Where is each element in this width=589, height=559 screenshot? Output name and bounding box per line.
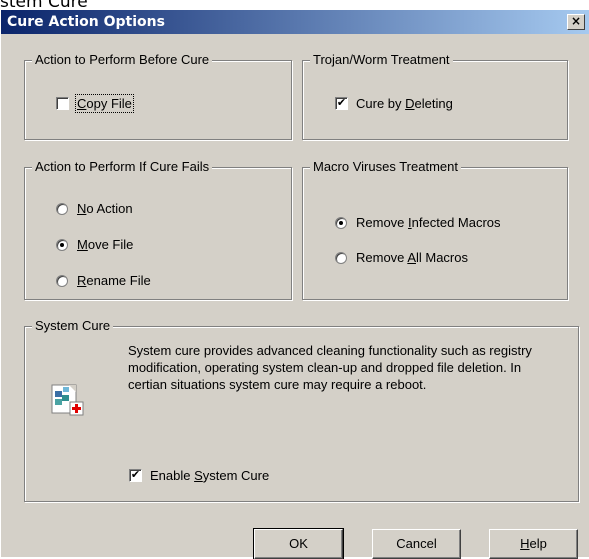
remove-all-macros-radio[interactable] [335, 251, 347, 264]
remove-all-macros-label: Remove All Macros [356, 250, 468, 265]
rename-file-radio[interactable] [56, 274, 68, 287]
cure-by-deleting-row[interactable]: ✔ Cure by Deleting [335, 96, 453, 111]
enable-system-cure-row[interactable]: ✔ Enable System Cure [129, 468, 269, 483]
no-action-radio[interactable] [56, 202, 68, 215]
trojan-worm-group: Trojan/Worm Treatment ✔ Cure by Deleting [302, 52, 568, 140]
copy-file-checkbox[interactable] [56, 97, 69, 110]
copy-file-checkbox-row[interactable]: Copy File [56, 94, 134, 113]
before-cure-group: Action to Perform Before Cure Copy File [24, 52, 292, 140]
macro-viruses-group: Macro Viruses Treatment Remove Infected … [302, 159, 568, 300]
remove-all-macros-row[interactable]: Remove All Macros [335, 250, 468, 265]
remove-infected-macros-row[interactable]: Remove Infected Macros [335, 215, 501, 230]
move-file-radio[interactable] [56, 238, 68, 251]
radio-selected-dot [339, 220, 343, 225]
cure-by-deleting-checkbox[interactable]: ✔ [335, 97, 348, 110]
ok-button[interactable]: OK [253, 528, 344, 559]
cure-action-options-dialog: Cure Action Options × Action to Perform … [0, 10, 589, 559]
group-title: Action to Perform If Cure Fails [32, 159, 213, 174]
group-title: Action to Perform Before Cure [32, 52, 213, 67]
cure-fails-group: Action to Perform If Cure Fails No Actio… [24, 159, 292, 300]
move-file-radio-row[interactable]: Move File [56, 237, 133, 252]
enable-system-cure-checkbox[interactable]: ✔ [129, 469, 142, 482]
copy-file-label: Copy File [75, 94, 134, 113]
move-file-label: Move File [77, 237, 134, 252]
window-title: Cure Action Options [7, 14, 165, 30]
enable-system-cure-label: Enable System Cure [150, 468, 270, 483]
rename-file-label: Rename File [77, 273, 151, 288]
help-button[interactable]: Help [489, 529, 578, 559]
no-action-radio-row[interactable]: No Action [56, 201, 133, 216]
close-button[interactable]: × [567, 14, 585, 30]
group-title: System Cure [32, 318, 114, 333]
title-bar[interactable]: Cure Action Options × [1, 10, 589, 34]
cure-by-deleting-label: Cure by Deleting [356, 96, 453, 111]
rename-file-radio-row[interactable]: Rename File [56, 273, 151, 288]
remove-infected-macros-label: Remove Infected Macros [356, 215, 501, 230]
radio-selected-dot [60, 242, 64, 247]
system-cure-icon [51, 384, 84, 416]
cancel-button[interactable]: Cancel [372, 529, 461, 559]
group-title: Macro Viruses Treatment [310, 159, 461, 174]
remove-infected-macros-radio[interactable] [335, 216, 347, 229]
group-title: Trojan/Worm Treatment [310, 52, 453, 67]
no-action-label: No Action [77, 201, 133, 216]
system-cure-description: System cure provides advanced cleaning f… [128, 343, 532, 392]
